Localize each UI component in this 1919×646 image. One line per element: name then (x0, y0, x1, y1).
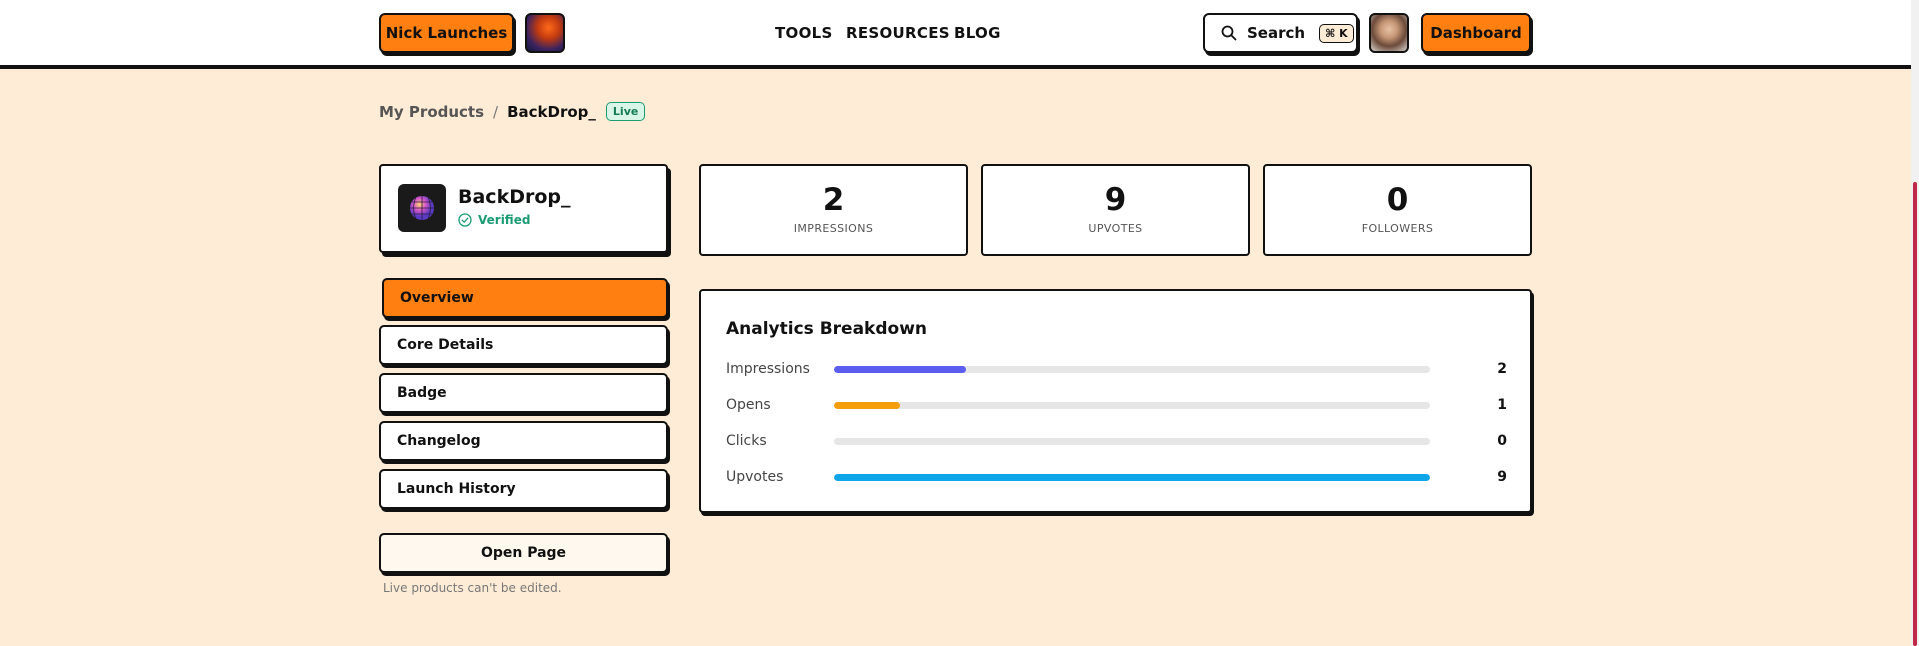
progress-track (834, 473, 1430, 481)
progress-track (834, 401, 1430, 409)
top-navbar: Nick Launches TOOLS RESOURCES BLOG Searc… (0, 0, 1911, 69)
brand-thumbnail[interactable] (525, 13, 565, 53)
analytics-row-upvotes: Upvotes 9 (726, 467, 1507, 487)
analytics-row-clicks: Clicks 0 (726, 431, 1507, 451)
nav-resources[interactable]: RESOURCES (846, 24, 950, 42)
stat-impressions: 2 IMPRESSIONS (699, 164, 968, 256)
stat-label: IMPRESSIONS (793, 222, 874, 235)
progress-fill (834, 473, 1430, 481)
status-badge: Live (605, 102, 646, 121)
product-card: BackDrop_ Verified (379, 164, 668, 253)
analytics-row-impressions: Impressions 2 (726, 359, 1507, 379)
stat-followers: 0 FOLLOWERS (1263, 164, 1532, 256)
product-logo (398, 184, 446, 232)
stat-upvotes: 9 UPVOTES (981, 164, 1250, 256)
search-button[interactable]: Search ⌘ K (1203, 13, 1358, 53)
tab-launch-history[interactable]: Launch History (379, 469, 668, 509)
search-icon (1221, 25, 1237, 41)
row-value: 9 (1497, 469, 1507, 485)
open-page-button[interactable]: Open Page (379, 533, 668, 573)
breadcrumb-my-products[interactable]: My Products (379, 103, 484, 121)
stat-value: 2 (822, 182, 845, 218)
row-label: Upvotes (726, 469, 784, 485)
disco-ball-icon (410, 196, 434, 220)
tab-core-details[interactable]: Core Details (379, 325, 668, 365)
dashboard-button[interactable]: Dashboard (1421, 13, 1531, 53)
stat-value: 0 (1386, 182, 1409, 218)
analytics-row-opens: Opens 1 (726, 395, 1507, 415)
user-avatar[interactable] (1369, 13, 1409, 53)
breadcrumb-separator: / (493, 102, 499, 121)
tab-overview[interactable]: Overview (382, 278, 668, 318)
tab-changelog[interactable]: Changelog (379, 421, 668, 461)
breadcrumb: My Products / BackDrop_ Live (379, 102, 646, 121)
row-label: Impressions (726, 361, 810, 377)
stat-label: FOLLOWERS (1361, 222, 1434, 235)
progress-track (834, 365, 1430, 373)
brand-button[interactable]: Nick Launches (379, 13, 514, 53)
progress-fill (834, 401, 901, 409)
search-shortcut: ⌘ K (1319, 23, 1354, 43)
analytics-breakdown-card: Analytics Breakdown Impressions 2 Opens … (699, 289, 1532, 513)
row-label: Clicks (726, 433, 767, 449)
verified-label: Verified (478, 213, 531, 227)
row-label: Opens (726, 397, 771, 413)
verified-status: Verified (458, 213, 530, 227)
nav-blog[interactable]: BLOG (954, 24, 1001, 42)
stat-label: UPVOTES (1088, 222, 1143, 235)
analytics-title: Analytics Breakdown (726, 319, 928, 339)
product-name: BackDrop_ (458, 186, 571, 208)
edit-note: Live products can't be edited. (383, 581, 562, 595)
row-value: 2 (1497, 361, 1507, 377)
nav-tools[interactable]: TOOLS (775, 24, 833, 42)
breadcrumb-current: BackDrop_ (507, 102, 596, 121)
progress-fill (834, 365, 967, 373)
progress-track (834, 437, 1430, 445)
scrollbar-thumb[interactable] (1913, 182, 1917, 646)
search-label: Search (1247, 24, 1306, 42)
tab-badge[interactable]: Badge (379, 373, 668, 413)
row-value: 0 (1497, 433, 1507, 449)
row-value: 1 (1497, 397, 1507, 413)
check-circle-icon (458, 213, 472, 227)
stat-value: 9 (1104, 182, 1127, 218)
